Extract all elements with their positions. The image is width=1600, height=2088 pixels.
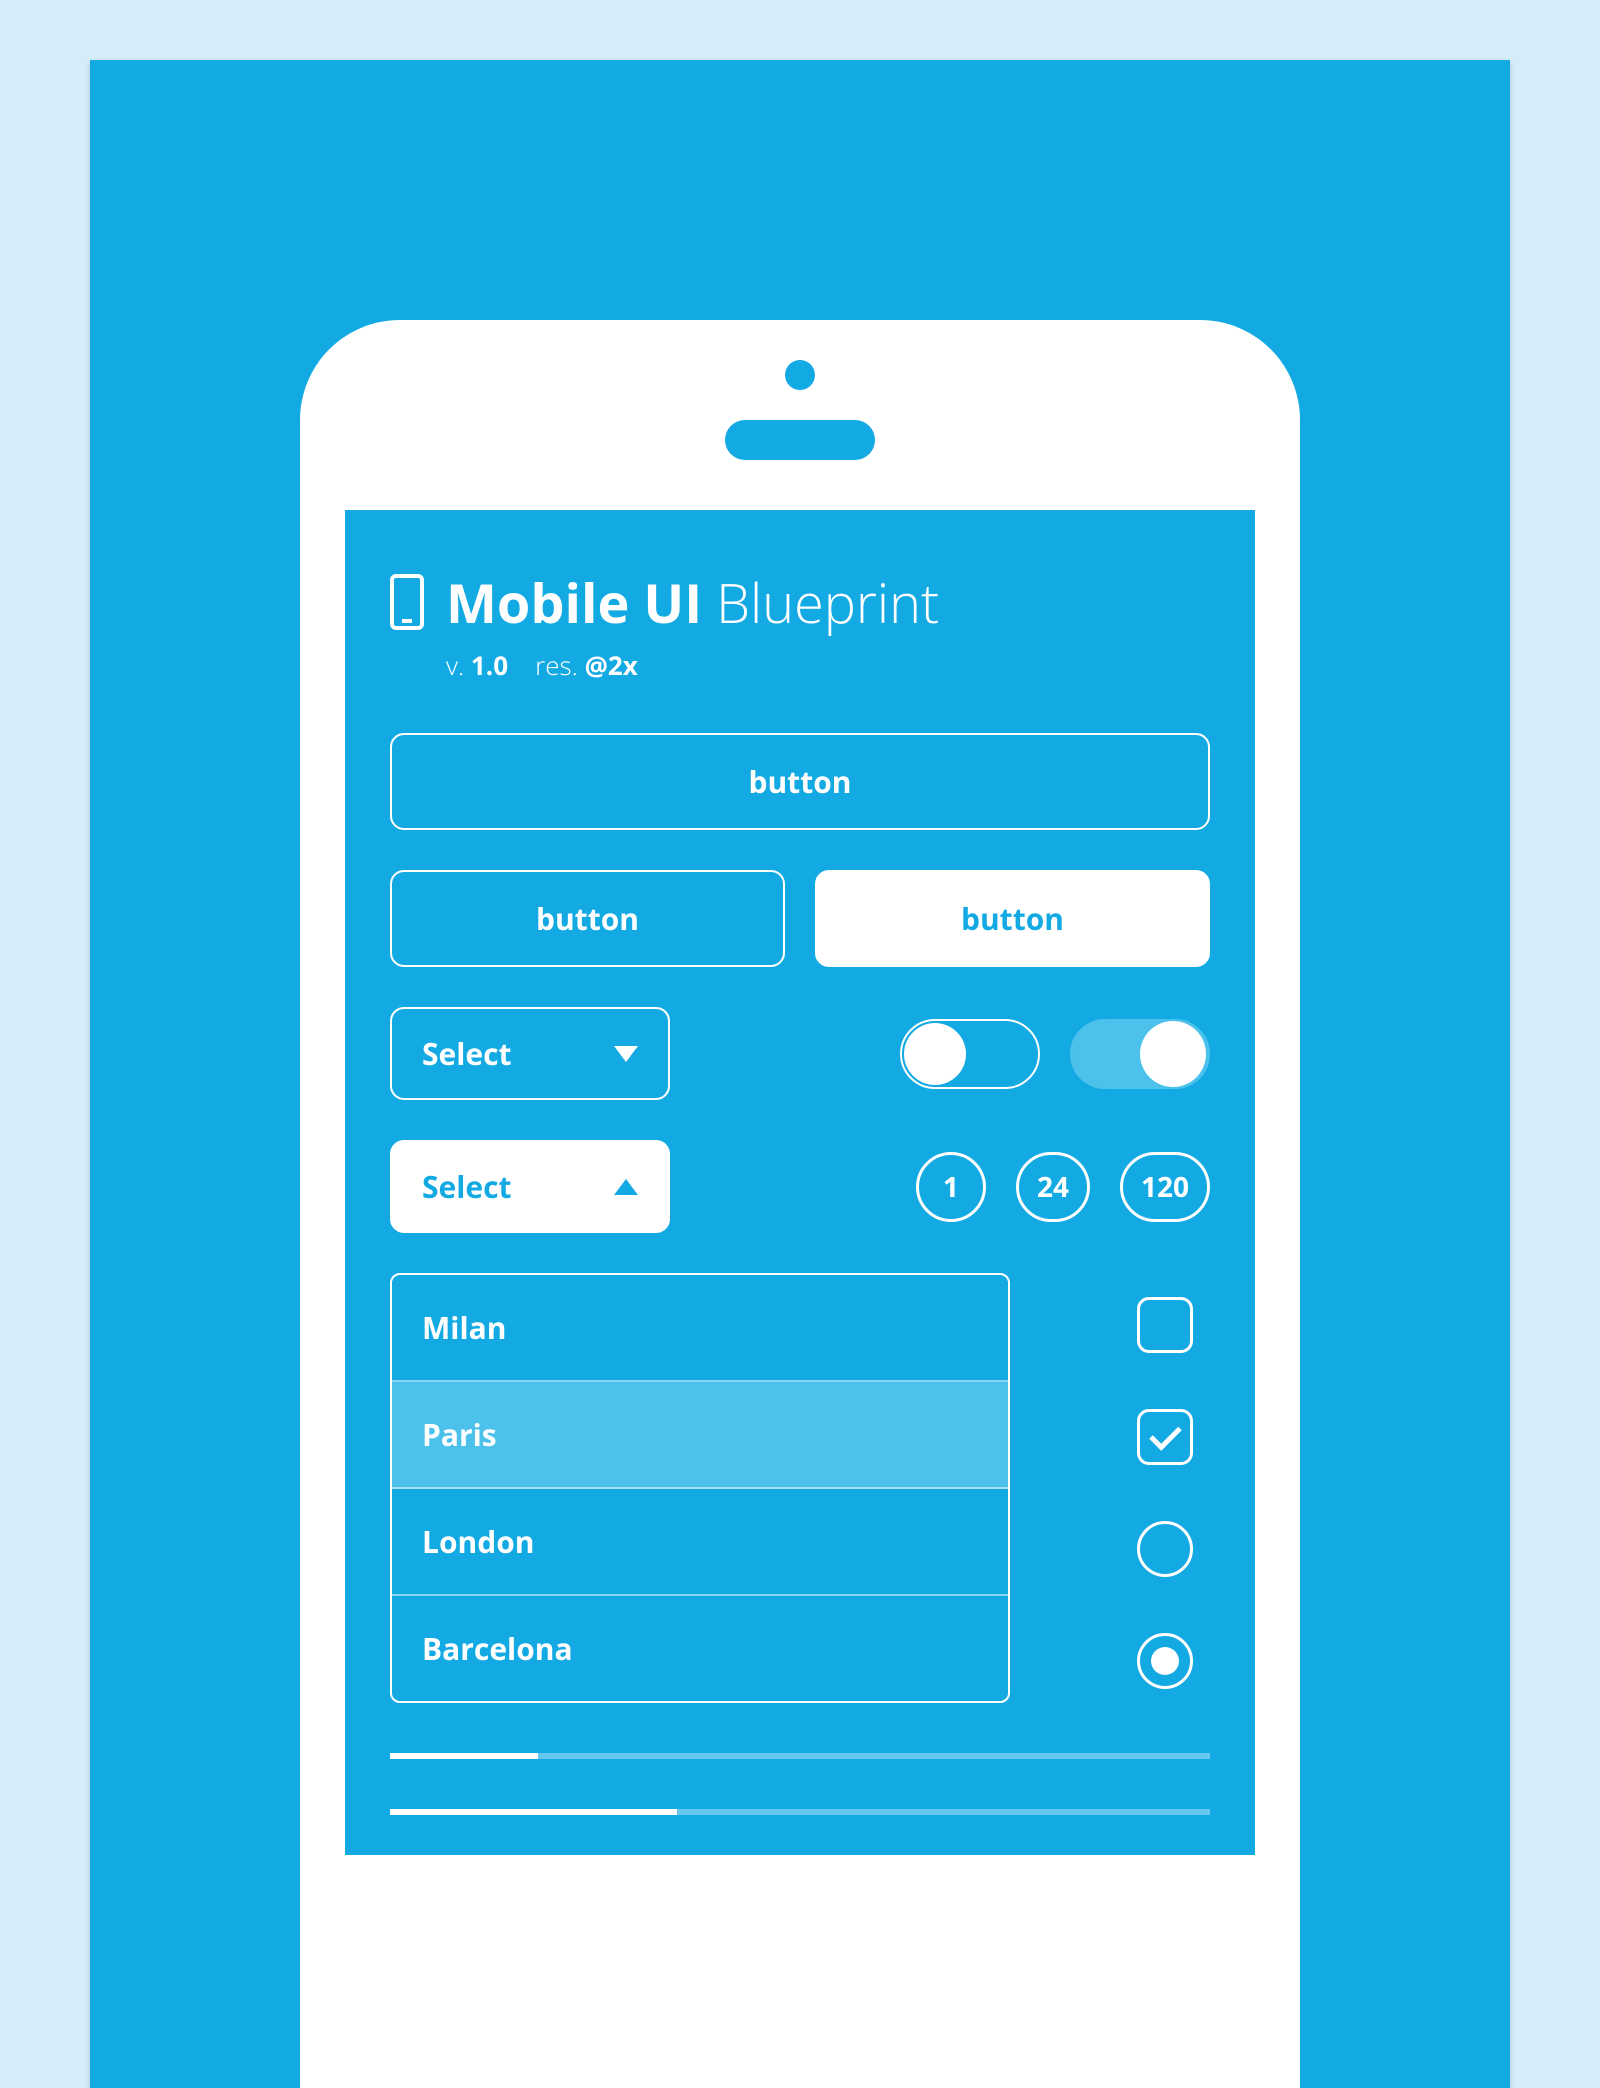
select-closed[interactable]: Select: [390, 1007, 670, 1100]
button-full[interactable]: button: [390, 733, 1210, 830]
caret-up-icon: [614, 1179, 638, 1195]
speaker-slot: [725, 420, 875, 460]
list-item[interactable]: Milan: [392, 1275, 1008, 1382]
radio-unselected[interactable]: [1137, 1521, 1193, 1577]
title-light: Blueprint: [716, 565, 939, 639]
toggle-off[interactable]: [900, 1019, 1040, 1089]
progress-fill: [390, 1809, 677, 1815]
canvas: Mobile UI Blueprint v. 1.0 res. @2x butt…: [90, 60, 1510, 2088]
list-box: Milan Paris London Barcelona: [390, 1273, 1010, 1703]
progress-bar-1[interactable]: [390, 1753, 1210, 1759]
subtitle: v. 1.0 res. @2x: [446, 647, 1210, 683]
checkbox-checked[interactable]: [1137, 1409, 1193, 1465]
list-item[interactable]: London: [392, 1489, 1008, 1596]
page-title: Mobile UI Blueprint: [446, 565, 939, 639]
radio-selected[interactable]: [1137, 1633, 1193, 1689]
count-badge-2[interactable]: 24: [1016, 1152, 1090, 1222]
title-bold: Mobile UI: [446, 565, 702, 639]
checkbox-unchecked[interactable]: [1137, 1297, 1193, 1353]
progress-bar-2[interactable]: [390, 1809, 1210, 1815]
count-badge-1[interactable]: 1: [916, 1152, 986, 1222]
version-value: 1.0: [471, 647, 508, 683]
list-item[interactable]: Barcelona: [392, 1596, 1008, 1701]
toggle-on[interactable]: [1070, 1019, 1210, 1089]
phone-frame: Mobile UI Blueprint v. 1.0 res. @2x butt…: [300, 320, 1300, 2088]
button-half-outline[interactable]: button: [390, 870, 785, 967]
phone-screen: Mobile UI Blueprint v. 1.0 res. @2x butt…: [345, 510, 1255, 1855]
progress-fill: [390, 1753, 538, 1759]
select-closed-label: Select: [422, 1033, 512, 1074]
res-value: @2x: [585, 647, 638, 683]
select-open-label: Select: [422, 1166, 512, 1207]
button-half-filled[interactable]: button: [815, 870, 1210, 967]
count-badge-3[interactable]: 120: [1120, 1152, 1210, 1222]
caret-down-icon: [614, 1046, 638, 1062]
camera-dot: [785, 360, 815, 390]
control-column: [1120, 1273, 1210, 1689]
version-prefix: v.: [446, 647, 464, 683]
select-open[interactable]: Select: [390, 1140, 670, 1233]
phone-icon: [390, 574, 424, 630]
res-prefix: res.: [535, 647, 578, 683]
header: Mobile UI Blueprint: [390, 565, 1210, 639]
list-item[interactable]: Paris: [392, 1382, 1008, 1489]
